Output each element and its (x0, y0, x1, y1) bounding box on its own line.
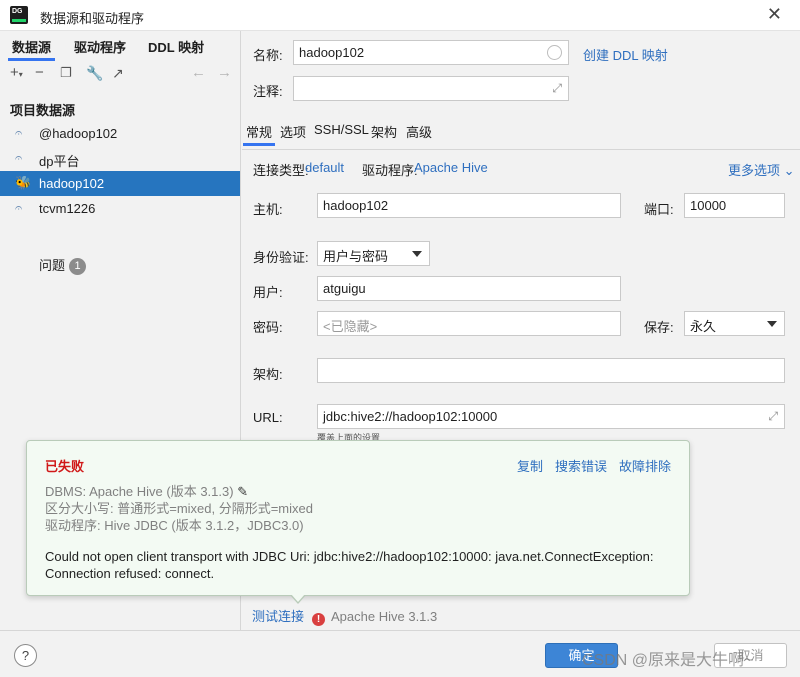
driver-link[interactable]: Apache Hive (414, 160, 488, 175)
issues-label: 问题 (39, 258, 66, 273)
back-arrow-icon[interactable]: ← (191, 65, 206, 81)
datasource-item[interactable]: 𝄐 tcvm1226 (0, 196, 240, 221)
search-error-link[interactable]: 搜索错误 (555, 459, 607, 474)
port-label: 端口: (644, 202, 674, 217)
password-input[interactable]: <已隐藏> (317, 311, 621, 336)
name-label: 名称: (253, 48, 283, 63)
datasource-item[interactable]: 𝄐 dp平台 (0, 146, 240, 171)
save-select[interactable]: 永久 (684, 311, 785, 336)
issues-count-badge: 1 (69, 258, 87, 276)
tab-drivers[interactable]: 驱动程序 (74, 37, 126, 56)
connection-failed-popup: 已失败 复制 搜索错误 故障排除 DBMS: Apache Hive (版本 3.1… (26, 440, 690, 596)
remove-icon[interactable]: − (35, 65, 44, 81)
add-icon[interactable]: +▾ (10, 65, 23, 83)
hive-datasource-icon: 𝄐 (15, 150, 23, 165)
duplicate-icon[interactable]: ❐ (60, 65, 72, 81)
user-label: 用户: (253, 285, 283, 300)
failed-status: 已失败 (45, 459, 85, 474)
help-button[interactable]: ? (14, 644, 37, 667)
url-input[interactable]: jdbc:hive2://hadoop102:10000 ⤢ (317, 404, 785, 429)
tab-advanced[interactable]: 高级 (406, 122, 432, 141)
user-input[interactable]: atguigu (317, 276, 621, 301)
connection-type-link[interactable]: default (305, 160, 344, 175)
dropdown-arrow-icon (412, 251, 422, 257)
authentication-select[interactable]: 用户与密码 (317, 241, 430, 266)
expand-icon[interactable]: ⤢ (768, 409, 778, 424)
schema-label: 架构: (253, 367, 283, 382)
hive-bee-icon: 🐝 (15, 175, 32, 190)
authentication-label: 身份验证: (253, 250, 309, 265)
datasource-label: dp平台 (39, 154, 80, 169)
datasource-label: @hadoop102 (39, 126, 118, 141)
comment-label: 注释: (253, 84, 283, 99)
tab-ssh-ssl[interactable]: SSH/SSL (314, 122, 369, 137)
issues-item[interactable]: 问题 1 (39, 255, 87, 276)
create-ddl-mapping-link[interactable]: 创建 DDL 映射 (583, 45, 668, 64)
connection-type-label: 连接类型: (253, 163, 309, 178)
db-version: Apache Hive 3.1.3 (331, 609, 438, 624)
dropdown-arrow-icon (767, 321, 777, 327)
error-icon: ! (312, 613, 326, 626)
datasource-item-selected[interactable]: 🐝 hadoop102 (0, 171, 240, 196)
error-message: Could not open client transport with JDB… (45, 549, 654, 581)
tab-ddl-mappings[interactable]: DDL 映射 (148, 37, 204, 56)
test-connection-link[interactable]: 测试连接 (252, 609, 304, 624)
save-label: 保存: (644, 320, 674, 335)
left-tabs: 数据源 驱动程序 DDL 映射 (0, 31, 241, 61)
window-title: 数据源和驱动程序 (40, 11, 145, 26)
bottom-bar: ? 确定 取消 CSDN @原来是大牛啊~ (0, 630, 800, 677)
copy-link[interactable]: 复制 (517, 459, 543, 474)
port-input[interactable]: 10000 (684, 193, 785, 218)
hive-datasource-icon: 𝄐 (15, 125, 23, 140)
comment-input[interactable]: ⤢ (293, 76, 569, 101)
popup-pointer-fill (291, 594, 305, 602)
tab-schemas[interactable]: 架构 (371, 122, 397, 141)
host-input[interactable]: hadoop102 (317, 193, 621, 218)
driver-label: 驱动程序: (362, 163, 418, 178)
close-icon[interactable]: ✕ (767, 4, 782, 25)
project-data-sources-label: 项目数据源 (10, 103, 76, 118)
watermark: CSDN @原来是大牛啊~ (582, 652, 754, 669)
host-label: 主机: (253, 202, 283, 217)
datasource-label: tcvm1226 (39, 201, 96, 216)
more-options-link[interactable]: 更多选项 ⌄ (728, 160, 795, 179)
tab-options[interactable]: 选项 (280, 122, 306, 141)
datasource-item[interactable]: 𝄐 @hadoop102 (0, 121, 240, 146)
forward-arrow-icon[interactable]: → (217, 65, 232, 81)
datasource-label: hadoop102 (39, 176, 105, 191)
troubleshoot-link[interactable]: 故障排除 (619, 459, 671, 474)
tab-general[interactable]: 常规 (242, 122, 276, 146)
tab-data-sources[interactable]: 数据源 (7, 37, 56, 61)
wrench-icon[interactable]: 🔧 (86, 65, 103, 81)
expand-icon[interactable]: ⤢ (552, 81, 562, 96)
edit-pencil-icon[interactable]: ✎ (237, 484, 248, 499)
schema-input[interactable] (317, 358, 785, 383)
name-input[interactable]: hadoop102 (293, 40, 569, 65)
test-connection-row: 测试连接! Apache Hive 3.1.3 (252, 606, 437, 626)
datagrip-app-icon: DG (10, 6, 28, 24)
tabs-divider (242, 149, 800, 150)
navigate-icon[interactable]: ↗ (112, 65, 124, 81)
settings-tabs: 常规 选项 SSH/SSL 架构 高级 (242, 121, 800, 147)
title-bar: DG 数据源和驱动程序 ✕ (0, 0, 800, 31)
hive-datasource-icon: 𝄐 (15, 200, 23, 215)
driver-info: 驱动程序: Hive JDBC (版本 3.1.2，JDBC3.0) (45, 518, 304, 533)
password-label: 密码: (253, 320, 283, 335)
url-label: URL: (253, 410, 283, 425)
chevron-down-icon: ⌄ (783, 163, 795, 178)
popup-links: 复制 搜索错误 故障排除 (505, 456, 671, 475)
left-toolbar: +▾ − ❐ 🔧 ↗ ← → (0, 61, 241, 87)
color-circle-icon[interactable] (547, 45, 562, 60)
